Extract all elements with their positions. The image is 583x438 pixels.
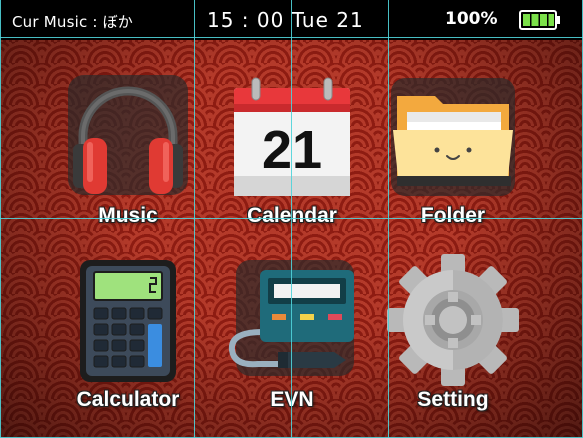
app-music[interactable]: Music (48, 62, 208, 227)
app-calendar[interactable]: 21 Calendar (212, 62, 372, 227)
app-evn[interactable]: EVN (212, 246, 372, 411)
calendar-day: 21 (262, 120, 322, 180)
calendar-icon: 21 (234, 77, 350, 196)
status-bar: Cur Music : ぼか 15 : 00 Tue 21 100% (0, 0, 583, 40)
headphones-icon (68, 75, 188, 195)
app-label: Calculator (76, 388, 180, 411)
calculator-icon (80, 260, 176, 382)
folder-icon (391, 78, 515, 196)
app-label: Music (98, 204, 158, 227)
guide-line-vertical (0, 0, 1, 438)
app-label: Folder (420, 204, 486, 227)
app-label: Setting (417, 388, 489, 411)
clock: 15 : 00 Tue 21 (207, 8, 364, 32)
evn-device-icon (228, 260, 354, 376)
app-calculator[interactable]: Calculator (48, 246, 208, 411)
app-folder[interactable]: Folder (373, 62, 533, 227)
battery-icon (519, 10, 560, 30)
app-label: EVN (270, 388, 314, 411)
battery-percent: 100% (445, 9, 498, 29)
home-screen: Cur Music : ぼか 15 : 00 Tue 21 100% Music… (0, 0, 583, 438)
current-music-label: Cur Music : ぼか (12, 13, 133, 31)
app-setting[interactable]: Setting (373, 246, 533, 411)
gear-icon (387, 254, 519, 386)
app-label: Calendar (247, 204, 337, 227)
